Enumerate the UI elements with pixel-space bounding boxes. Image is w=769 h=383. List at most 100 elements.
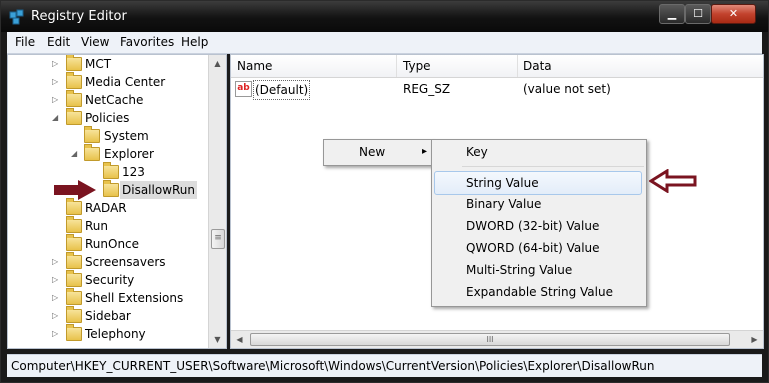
annotation-arrow-icon: [54, 180, 96, 200]
tree-item-label: 123: [122, 165, 145, 179]
menu-item-label: DWORD (32-bit) Value: [466, 219, 600, 233]
expand-arrow-icon[interactable]: ▷: [52, 73, 62, 91]
tree-item-label: Sidebar: [85, 309, 131, 323]
tree-item[interactable]: ▷ NetCache: [8, 90, 208, 109]
folder-icon: [66, 252, 82, 269]
scroll-up-button[interactable]: ▲: [209, 55, 226, 72]
expand-arrow-icon[interactable]: ▷: [52, 271, 62, 289]
folder-icon: [66, 324, 82, 341]
folder-icon: [103, 180, 119, 197]
expand-arrow-icon[interactable]: ▷: [52, 325, 62, 343]
menu-view[interactable]: View: [81, 35, 109, 49]
tree-item-label: Security: [85, 273, 135, 287]
menu-file[interactable]: File: [15, 35, 35, 49]
folder-icon: [84, 126, 100, 143]
tree-item-label: Shell Extensions: [85, 291, 184, 305]
window-title: Registry Editor: [31, 9, 127, 24]
folder-icon: [103, 162, 119, 179]
tree-item[interactable]: ▷ Shell Extensions: [8, 288, 208, 307]
tree-item[interactable]: ▷ Screensavers: [8, 252, 208, 271]
menu-favorites[interactable]: Favorites: [120, 35, 174, 49]
submenu-arrow-icon: ▸: [422, 146, 428, 157]
menu-item-dword-value[interactable]: DWORD (32-bit) Value: [434, 215, 642, 237]
menu-item-label: Multi-String Value: [466, 263, 573, 277]
expand-arrow-icon[interactable]: ▷: [52, 91, 62, 109]
tree-item-label: MCT: [85, 57, 112, 71]
menu-item-label: Key: [466, 145, 488, 159]
list-horizontal-scrollbar[interactable]: ◀ III ▶: [231, 330, 763, 348]
collapse-arrow-icon[interactable]: ◢: [52, 109, 62, 127]
tree-item[interactable]: 123: [8, 162, 208, 181]
menu-item-label: Binary Value: [466, 197, 542, 211]
value-data: (value not set): [523, 82, 611, 96]
expand-arrow-icon[interactable]: ▷: [52, 307, 62, 325]
key-tree-pane[interactable]: ▷ MCT ▷ Media Center ▷ NetCache ◢ Polici…: [7, 54, 227, 349]
tree-item[interactable]: ▷ Media Center: [8, 72, 208, 91]
scroll-thumb[interactable]: ≡: [211, 229, 225, 249]
maximize-button[interactable]: ☐: [685, 4, 711, 24]
menu-edit[interactable]: Edit: [47, 35, 70, 49]
new-submenu: Key String Value Binary Value DWORD (32-…: [431, 139, 647, 307]
expand-arrow-icon[interactable]: ▷: [52, 55, 62, 73]
menu-item-qword-value[interactable]: QWORD (64-bit) Value: [434, 237, 642, 259]
tree-item[interactable]: RADAR: [8, 198, 208, 217]
scroll-thumb[interactable]: III: [250, 333, 730, 346]
minimize-button[interactable]: ▁: [659, 4, 685, 24]
close-button[interactable]: ✕: [711, 4, 756, 24]
column-name-header[interactable]: Name: [237, 59, 272, 73]
registry-editor-icon: [9, 9, 24, 25]
menu-item-string-value[interactable]: String Value: [434, 171, 642, 195]
folder-icon: [66, 72, 82, 89]
value-type: REG_SZ: [403, 82, 451, 96]
tree-item-label: Policies: [85, 111, 130, 125]
tree-item-label: Telephony: [85, 327, 146, 341]
tree-vertical-scrollbar[interactable]: ▲ ≡ ▼: [208, 55, 226, 348]
list-header: Name Type Data: [231, 55, 763, 78]
menu-help[interactable]: Help: [181, 35, 208, 49]
tree-item-label: Run: [85, 219, 109, 233]
registry-editor-window: Registry Editor ▁ ☐ ✕ File Edit View Fav…: [0, 0, 769, 383]
tree-item[interactable]: ▷ Security: [8, 270, 208, 289]
tree-item-selected[interactable]: DisallowRun: [8, 180, 208, 199]
table-row[interactable]: ab (Default) REG_SZ (value not set): [235, 80, 755, 100]
tree-item-label: NetCache: [85, 93, 144, 107]
tree-item[interactable]: ◢ Policies: [8, 108, 208, 127]
column-divider[interactable]: [517, 55, 518, 77]
tree-item[interactable]: ▷ Sidebar: [8, 306, 208, 325]
menu-item-label: QWORD (64-bit) Value: [466, 241, 600, 255]
folder-icon: [66, 108, 82, 125]
expand-arrow-icon[interactable]: ▷: [52, 253, 62, 271]
menu-item-expandable-string-value[interactable]: Expandable String Value: [434, 281, 642, 303]
scroll-right-button[interactable]: ▶: [746, 331, 763, 348]
folder-icon: [66, 234, 82, 251]
tree-item-label: Screensavers: [85, 255, 166, 269]
value-name: (Default): [253, 80, 311, 100]
menu-item-label: Expandable String Value: [466, 285, 613, 299]
folder-icon: [66, 306, 82, 323]
column-divider[interactable]: [396, 55, 397, 77]
folder-icon: [66, 216, 82, 233]
title-bar: Registry Editor ▁ ☐ ✕: [1, 1, 768, 32]
annotation-arrow-icon: [649, 169, 697, 193]
menu-item-binary-value[interactable]: Binary Value: [434, 193, 642, 215]
folder-icon: [66, 270, 82, 287]
column-data-header[interactable]: Data: [523, 59, 552, 73]
scroll-left-button[interactable]: ◀: [231, 331, 248, 348]
menu-item-multi-string-value[interactable]: Multi-String Value: [434, 259, 642, 281]
tree-item[interactable]: Run: [8, 216, 208, 235]
collapse-arrow-icon[interactable]: ◢: [71, 145, 81, 163]
tree-item[interactable]: System: [8, 126, 208, 145]
column-type-header[interactable]: Type: [403, 59, 431, 73]
current-key-path: Computer\HKEY_CURRENT_USER\Software\Micr…: [11, 359, 655, 373]
tree-item[interactable]: ◢ Explorer: [8, 144, 208, 163]
tree-item[interactable]: ▷ MCT: [8, 55, 208, 73]
scroll-down-button[interactable]: ▼: [209, 331, 226, 348]
expand-arrow-icon[interactable]: ▷: [52, 289, 62, 307]
menu-item-key[interactable]: Key: [434, 141, 642, 163]
folder-icon: [84, 144, 100, 161]
status-bar: Computer\HKEY_CURRENT_USER\Software\Micr…: [7, 354, 762, 377]
tree-item[interactable]: ▷ Telephony: [8, 324, 208, 343]
tree-item-label: Media Center: [85, 75, 166, 89]
tree-item[interactable]: RunOnce: [8, 234, 208, 253]
menu-item-new[interactable]: New ▸: [326, 141, 428, 163]
